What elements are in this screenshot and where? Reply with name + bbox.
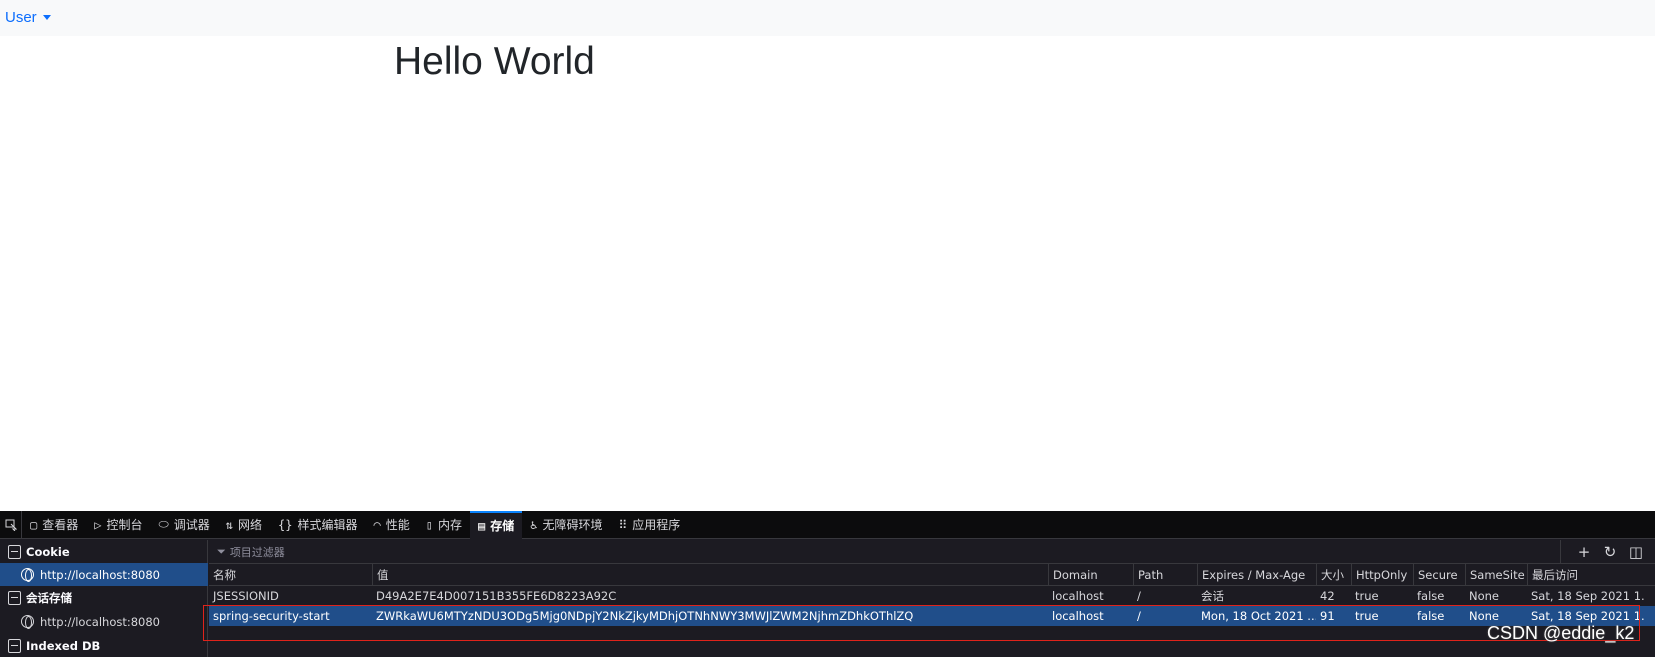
column-header-name[interactable]: 名称	[209, 564, 372, 585]
globe-icon	[21, 568, 34, 582]
column-header-domain[interactable]: Domain	[1048, 564, 1133, 585]
inspector-icon: ▢	[30, 517, 38, 532]
application-icon: ⠿	[618, 517, 628, 532]
toggle-sidebar-icon[interactable]: ◫	[1625, 542, 1647, 562]
tab-application[interactable]: ⠿ 应用程序	[610, 511, 688, 539]
sidebar-item-session-storage[interactable]: 会话存储	[0, 586, 208, 609]
sidebar-item-cookie[interactable]: Cookie	[0, 540, 208, 563]
watermark: CSDN @eddie_k2	[1487, 623, 1635, 643]
performance-icon: ◠	[373, 517, 381, 532]
sidebar-category-label: 会话存储	[26, 590, 72, 605]
column-header-last-accessed[interactable]: 最后访问	[1527, 564, 1645, 585]
column-header-expires[interactable]: Expires / Max-Age	[1197, 564, 1316, 585]
cell-path: /	[1137, 609, 1141, 623]
tab-label: 存储	[490, 519, 515, 533]
tab-storage[interactable]: ▤ 存储	[469, 510, 523, 539]
filter-input[interactable]: ⏷ 项目过滤器	[217, 544, 285, 560]
globe-icon	[21, 615, 34, 629]
column-header-secure[interactable]: Secure	[1413, 564, 1465, 585]
tab-label: 样式编辑器	[297, 518, 358, 532]
memory-icon: ▯	[425, 517, 433, 532]
storage-icon: ▤	[477, 518, 486, 533]
tab-performance[interactable]: ◠ 性能	[365, 511, 417, 539]
accessibility-icon: ♿	[530, 517, 538, 532]
storage-sidebar: Cookie http://localhost:8080 会话存储 http:/…	[0, 540, 208, 657]
style-editor-icon: {}	[278, 517, 293, 532]
cell-samesite: None	[1469, 589, 1500, 603]
column-header-httponly[interactable]: HttpOnly	[1351, 564, 1413, 585]
network-icon: ⇅	[225, 517, 233, 532]
sidebar-category-label: Indexed DB	[26, 638, 101, 653]
cell-domain: localhost	[1052, 589, 1104, 603]
filter-bar: ⏷ 项目过滤器 + ↻ ◫	[209, 540, 1655, 564]
cell-expires: 会话	[1201, 589, 1224, 603]
tab-memory[interactable]: ▯ 内存	[418, 511, 470, 539]
page-heading: Hello World	[394, 40, 595, 83]
storage-actions: + ↻ ◫	[1560, 540, 1647, 564]
tab-label: 网络	[238, 518, 263, 532]
cell-value: D49A2E7E4D007151B355FE6D8223A92C	[376, 589, 617, 603]
table-row[interactable]: JSESSIONID D49A2E7E4D007151B355FE6D8223A…	[209, 586, 1655, 606]
tab-label: 性能	[385, 518, 410, 532]
column-header-size[interactable]: 大小	[1316, 564, 1351, 585]
tab-accessibility[interactable]: ♿ 无障碍环境	[522, 511, 610, 539]
tab-debugger[interactable]: ⬭ 调试器	[151, 511, 218, 539]
storage-main: ⏷ 项目过滤器 + ↻ ◫ 名称 值 Domain Path Expires /…	[209, 540, 1655, 657]
element-picker-icon[interactable]	[0, 510, 22, 539]
cell-last-accessed: Sat, 18 Sep 2021 1...	[1531, 589, 1645, 603]
sidebar-item-indexeddb[interactable]: Indexed DB	[0, 634, 208, 657]
table-row-selected[interactable]: spring-security-start ZWRkaWU6MTYzNDU3OD…	[209, 606, 1655, 626]
tab-style-editor[interactable]: {} 样式编辑器	[270, 511, 365, 539]
refresh-icon[interactable]: ↻	[1599, 542, 1621, 562]
filter-placeholder: 项目过滤器	[229, 545, 285, 559]
filter-icon: ⏷	[217, 544, 226, 558]
sidebar-item-session-host[interactable]: http://localhost:8080	[0, 610, 208, 633]
sidebar-category-label: Cookie	[26, 544, 70, 559]
tab-label: 内存	[437, 518, 462, 532]
caret-down-icon	[42, 15, 51, 20]
table-header: 名称 值 Domain Path Expires / Max-Age 大小 Ht…	[209, 564, 1655, 586]
navbar: User	[0, 0, 1655, 36]
cell-expires: Mon, 18 Oct 2021 ...	[1201, 609, 1316, 623]
devtools-toolbar: ▢ 查看器 ▷ 控制台 ⬭ 调试器 ⇅ 网络 {} 样式编辑器 ◠ 性能 ▯ 内存 ▤ 存储 ♿…	[0, 510, 1655, 539]
user-dropdown[interactable]: User	[5, 9, 51, 26]
cell-secure: false	[1417, 609, 1445, 623]
column-header-samesite[interactable]: SameSite	[1465, 564, 1527, 585]
sidebar-host-label: http://localhost:8080	[40, 614, 160, 629]
devtools-panel: ▢ 查看器 ▷ 控制台 ⬭ 调试器 ⇅ 网络 {} 样式编辑器 ◠ 性能 ▯ 内存 ▤ 存储 ♿…	[0, 510, 1655, 657]
cell-size: 91	[1320, 609, 1335, 623]
cell-size: 42	[1320, 589, 1335, 603]
cell-domain: localhost	[1052, 609, 1104, 623]
cell-secure: false	[1417, 589, 1445, 603]
cell-httponly: true	[1355, 609, 1379, 623]
cell-httponly: true	[1355, 589, 1379, 603]
tab-inspector[interactable]: ▢ 查看器	[22, 511, 86, 539]
tab-console[interactable]: ▷ 控制台	[86, 511, 150, 539]
debugger-icon: ⬭	[158, 517, 169, 531]
tab-label: 查看器	[42, 518, 79, 532]
sidebar-host-label: http://localhost:8080	[40, 567, 160, 582]
cell-path: /	[1137, 589, 1141, 603]
tab-label: 应用程序	[632, 518, 681, 532]
sidebar-item-cookie-host[interactable]: http://localhost:8080	[0, 563, 208, 586]
tab-label: 调试器	[173, 518, 210, 532]
storage-icon	[8, 590, 21, 605]
cell-name: JSESSIONID	[213, 589, 279, 603]
add-icon[interactable]: +	[1573, 542, 1595, 562]
cell-value: ZWRkaWU6MTYzNDU3ODg5Mjg0NDpjY2NkZjkyMDhj…	[376, 609, 914, 623]
console-icon: ▷	[94, 517, 102, 532]
storage-icon	[8, 544, 21, 559]
column-header-value[interactable]: 值	[372, 564, 1048, 585]
column-header-path[interactable]: Path	[1133, 564, 1197, 585]
user-dropdown-label: User	[5, 9, 37, 26]
tab-label: 控制台	[106, 518, 143, 532]
tab-network[interactable]: ⇅ 网络	[218, 511, 270, 539]
cell-name: spring-security-start	[213, 609, 330, 623]
storage-icon	[8, 638, 21, 653]
tab-label: 无障碍环境	[542, 518, 603, 532]
